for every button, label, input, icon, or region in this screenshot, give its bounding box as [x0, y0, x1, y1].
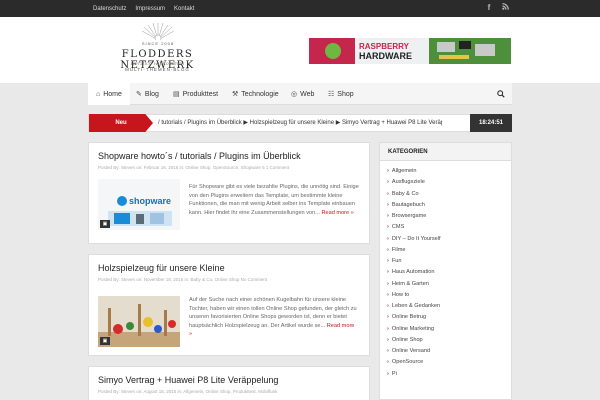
camera-icon: ▣ — [100, 220, 110, 228]
top-bar: Datenschutz Impressum Kontakt f — [0, 0, 600, 17]
post-thumbnail[interactable]: ▣ — [98, 296, 180, 347]
banner-line-2: HARDWARE — [359, 50, 412, 61]
home-icon: ⌂ — [96, 90, 101, 98]
category-item[interactable]: Allgemein — [387, 166, 441, 177]
circuit-board-image — [429, 38, 511, 64]
rss-icon[interactable] — [501, 3, 509, 12]
post-excerpt: Auf der Suche nach einer schönen Kugelba… — [189, 296, 359, 339]
globe-icon: ◎ — [291, 91, 298, 98]
camera-icon: ▣ — [100, 337, 110, 345]
category-item[interactable]: OpenSource — [387, 357, 441, 368]
post-card: Holzspielzeug für unsere Kleine Posted B… — [88, 254, 370, 356]
nav-shop-label: Shop — [337, 90, 354, 98]
category-item[interactable]: How to — [387, 290, 441, 301]
category-item[interactable]: Fun — [387, 256, 441, 267]
ticker-clock: 18:24:51 — [470, 114, 512, 132]
category-item[interactable]: Browsergame — [387, 211, 441, 222]
raspberry-logo-icon — [309, 38, 355, 64]
post-card: Shopware howto´s / tutorials / Plugins i… — [88, 142, 370, 244]
category-item[interactable]: Online Betrug — [387, 312, 441, 323]
post-title[interactable]: Simyo Vertrag + Huawei P8 Lite Veräppelu… — [98, 375, 278, 385]
category-item[interactable]: Pi — [387, 369, 441, 380]
category-item[interactable]: Ausflugsziele — [387, 177, 441, 188]
cart-icon: ☷ — [328, 91, 335, 98]
post-thumbnail[interactable]: shopware ▣ — [98, 179, 180, 230]
logo-subtitle: MULTI-THEMEN-BLOG — [125, 67, 190, 72]
link-datenschutz[interactable]: Datenschutz — [93, 6, 126, 12]
pencil-icon: ✎ — [136, 91, 142, 98]
facebook-icon[interactable]: f — [485, 3, 493, 12]
post-meta: Posted By: Steven on: August 15, 2015 in… — [98, 389, 278, 394]
post-excerpt: Für Shopware gibt es viele bezahlte Plug… — [189, 183, 359, 217]
post-meta: Posted By: Steven on: November 18, 2015 … — [98, 277, 268, 282]
nav-technologie[interactable]: ⚒ Technologie — [232, 83, 279, 105]
search-icon — [497, 90, 505, 98]
nav-produkttest[interactable]: ▤ Produkttest — [173, 83, 218, 105]
wooden-toy-image — [98, 296, 180, 347]
category-list: Allgemein Ausflugsziele Baby & Co Bautag… — [387, 166, 441, 380]
link-impressum[interactable]: Impressum — [135, 6, 165, 12]
category-item[interactable]: Leben & Gedanken — [387, 301, 441, 312]
nav-web-label: Web — [300, 90, 315, 98]
category-item[interactable]: Online Versand — [387, 346, 441, 357]
wrench-icon: ⚒ — [232, 91, 239, 98]
category-item[interactable]: Heim & Garten — [387, 279, 441, 290]
search-button[interactable] — [490, 83, 512, 105]
categories-widget: KATEGORIEN Allgemein Ausflugsziele Baby … — [379, 142, 512, 400]
nav-web[interactable]: ◎ Web — [291, 83, 314, 105]
nav-blog[interactable]: ✎ Blog — [136, 83, 159, 105]
site-header: SINCE 2008 FLODDERS NETZWERK Herzlich wi… — [0, 17, 600, 83]
category-item[interactable]: Online Marketing — [387, 324, 441, 335]
nav-home[interactable]: ⌂ Home — [88, 83, 130, 105]
top-links: Datenschutz Impressum Kontakt — [93, 0, 194, 17]
category-item[interactable]: Baby & Co — [387, 189, 441, 200]
news-ticker: Neu / tutorials / Plugins im Überblick ▶… — [88, 114, 512, 132]
box-icon: ▤ — [173, 91, 180, 98]
post-title[interactable]: Shopware howto´s / tutorials / Plugins i… — [98, 151, 301, 161]
link-kontakt[interactable]: Kontakt — [174, 6, 194, 12]
main-navigation: ⌂ Home ✎ Blog ▤ Produkttest ⚒ Technologi… — [88, 83, 512, 105]
read-more-link[interactable]: Read more » — [321, 210, 353, 216]
category-item[interactable]: Filme — [387, 245, 441, 256]
nav-shop[interactable]: ☷ Shop — [328, 83, 354, 105]
nav-home-label: Home — [103, 90, 122, 98]
category-item[interactable]: Online Shop — [387, 335, 441, 346]
categories-title: KATEGORIEN — [380, 143, 511, 161]
category-item[interactable]: DIY – Do It Yourself — [387, 234, 441, 245]
social-links: f — [485, 3, 509, 12]
site-logo[interactable]: SINCE 2008 FLODDERS NETZWERK Herzlich wi… — [90, 22, 225, 80]
category-item[interactable]: Haus Automation — [387, 267, 441, 278]
banner-line-1: RASPBERRY — [359, 41, 409, 51]
nav-technologie-label: Technologie — [241, 90, 279, 98]
raspberry-hardware-banner[interactable]: RASPBERRY HARDWARE — [309, 38, 511, 64]
nav-blog-label: Blog — [144, 90, 159, 98]
post-title[interactable]: Holzspielzeug für unsere Kleine — [98, 263, 225, 273]
ticker-text[interactable]: / tutorials / Plugins im Überblick ▶ Hol… — [158, 115, 442, 131]
post-card: Simyo Vertrag + Huawei P8 Lite Veräppelu… — [88, 366, 370, 400]
svg-text:shopware: shopware — [129, 196, 171, 206]
shopware-thumbnail-image: shopware — [98, 179, 180, 230]
nav-produkttest-label: Produkttest — [182, 90, 219, 98]
logo-sunburst — [141, 22, 175, 40]
category-item[interactable]: CMS — [387, 222, 441, 233]
category-item[interactable]: Bautagebuch — [387, 200, 441, 211]
ticker-label: Neu — [89, 114, 153, 132]
post-meta: Posted By: Steven on: Februar 16, 2016 i… — [98, 165, 290, 170]
logo-since: SINCE 2008 — [141, 41, 175, 46]
